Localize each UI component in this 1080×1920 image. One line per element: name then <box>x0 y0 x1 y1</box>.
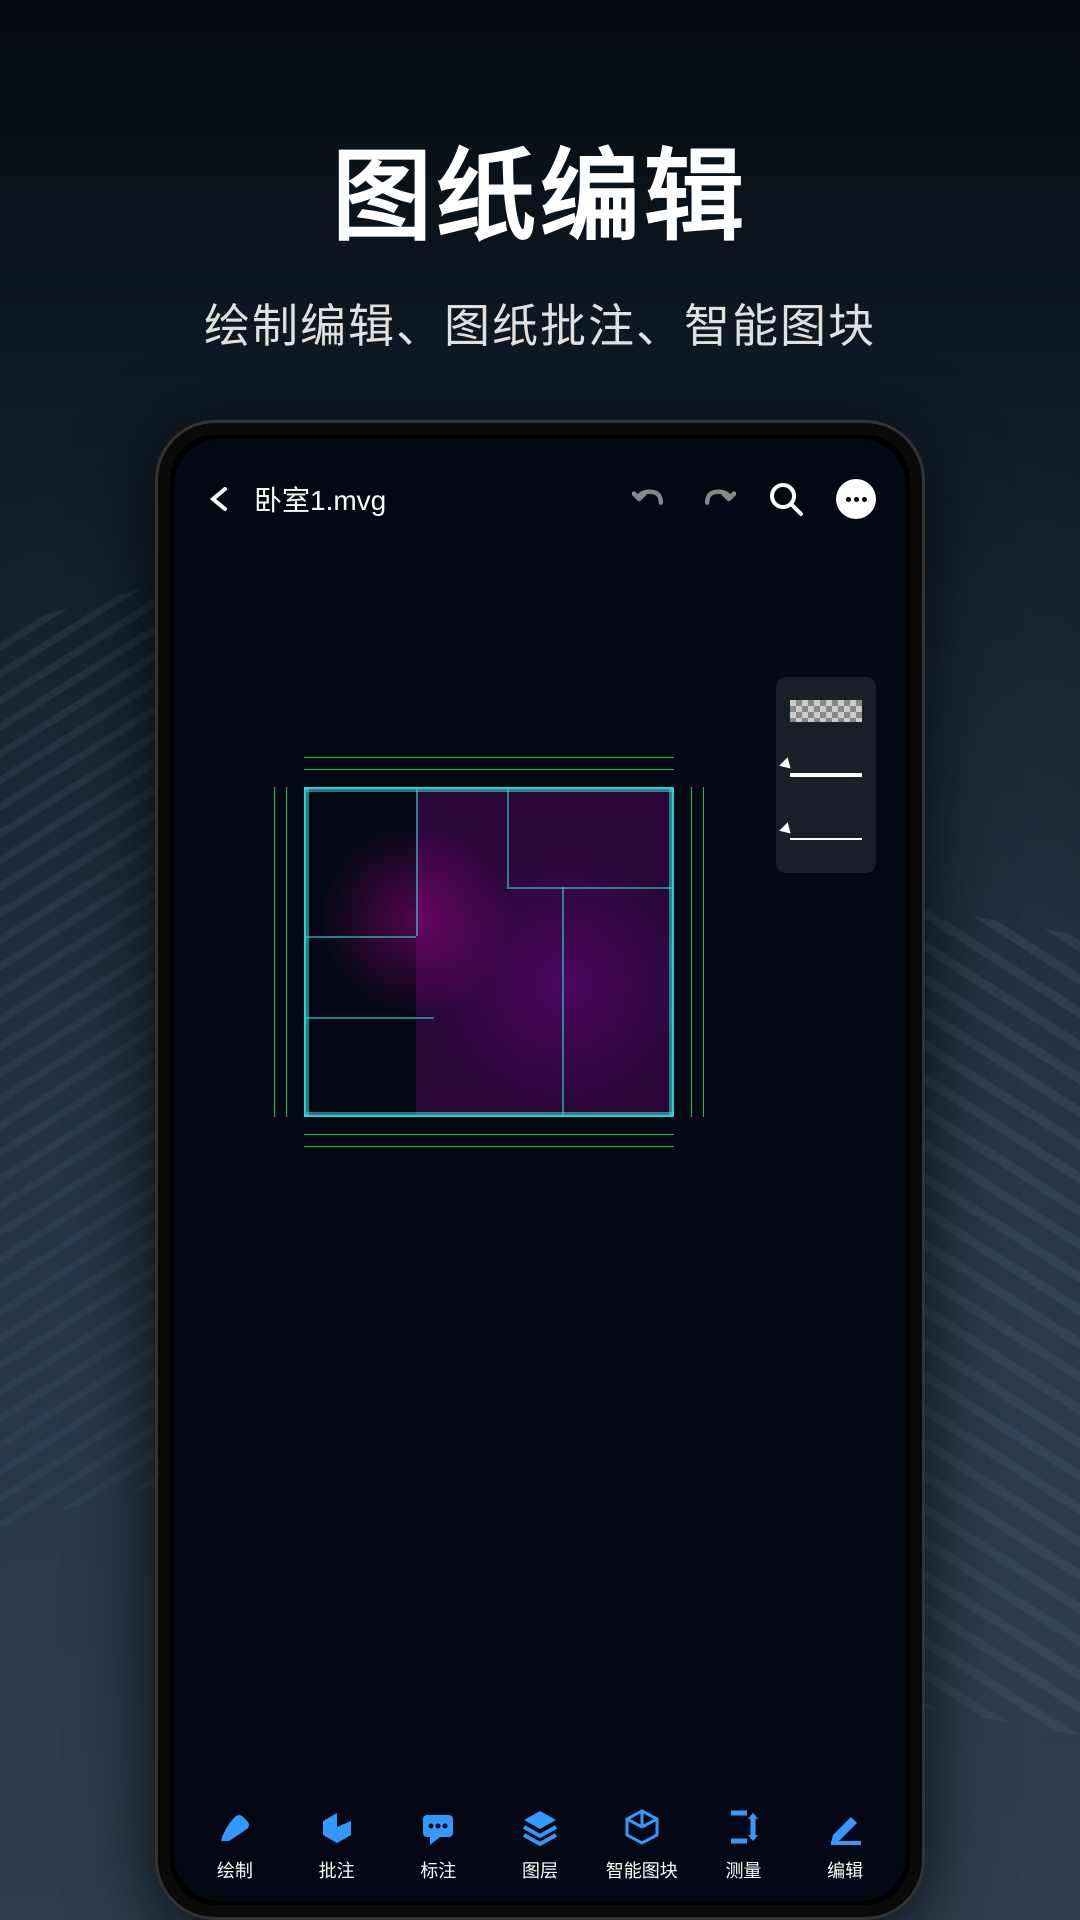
line-thin-icon <box>790 838 862 840</box>
dimension-line <box>691 787 692 1117</box>
floorplan-content <box>304 787 674 1117</box>
texture-swatch[interactable] <box>790 691 862 731</box>
smartblock-tool-button[interactable]: 智能图块 <box>591 1805 693 1883</box>
dot-icon <box>846 497 851 502</box>
dimension-line <box>703 787 704 1117</box>
draw-tool-button[interactable]: 绘制 <box>184 1805 286 1883</box>
dimension-line <box>304 1146 674 1147</box>
edit-tool-button[interactable]: 编辑 <box>794 1805 896 1883</box>
dimension-line <box>286 787 287 1117</box>
dimension-line <box>304 769 674 770</box>
phone-mockup-frame: 卧室1.mvg <box>155 420 925 1920</box>
back-button[interactable] <box>204 484 234 514</box>
comment-icon <box>416 1805 460 1849</box>
undo-icon <box>632 483 668 515</box>
checker-pattern-icon <box>790 700 862 722</box>
measure-tool-button[interactable]: 测量 <box>693 1805 795 1883</box>
tool-label: 绘制 <box>217 1857 253 1883</box>
annotate-tool-button[interactable]: 批注 <box>286 1805 388 1883</box>
chevron-left-icon <box>207 485 231 513</box>
line-thick-icon <box>790 773 862 777</box>
edit-icon <box>823 1805 867 1849</box>
tool-label: 测量 <box>725 1857 761 1883</box>
dimension-line <box>304 757 674 758</box>
page-title: 图纸编辑 <box>0 115 1080 260</box>
redo-button[interactable] <box>700 481 736 517</box>
search-button[interactable] <box>768 481 804 517</box>
dot-icon <box>854 497 859 502</box>
tool-label: 图层 <box>522 1857 558 1883</box>
app-header-bar: 卧室1.mvg <box>174 439 906 547</box>
measure-icon <box>721 1805 765 1849</box>
line-style-medium[interactable] <box>790 755 862 795</box>
dot-icon <box>862 497 867 502</box>
pen-icon <box>213 1805 257 1849</box>
dimension-line <box>304 1134 674 1135</box>
line-style-thin[interactable] <box>790 819 862 859</box>
phone-screen: 卧室1.mvg <box>174 439 906 1901</box>
floorplan-drawing[interactable] <box>264 747 714 1157</box>
tag-icon <box>315 1805 359 1849</box>
cube-icon <box>620 1805 664 1849</box>
style-palette-panel <box>776 677 876 873</box>
tool-label: 编辑 <box>827 1857 863 1883</box>
layers-icon <box>518 1805 562 1849</box>
undo-button[interactable] <box>632 481 668 517</box>
layers-tool-button[interactable]: 图层 <box>489 1805 591 1883</box>
header-actions <box>632 479 876 519</box>
filename-label: 卧室1.mvg <box>254 479 612 519</box>
tool-label: 批注 <box>319 1857 355 1883</box>
more-options-button[interactable] <box>836 479 876 519</box>
redo-icon <box>700 483 736 515</box>
search-icon <box>768 481 804 517</box>
dimension-line <box>274 787 275 1117</box>
tool-label: 标注 <box>420 1857 456 1883</box>
bottom-toolbar: 绘制 批注 <box>174 1786 906 1901</box>
page-subtitle: 绘制编辑、图纸批注、智能图块 <box>0 290 1080 356</box>
tool-label: 智能图块 <box>606 1857 678 1883</box>
promo-header: 图纸编辑 绘制编辑、图纸批注、智能图块 <box>0 0 1080 356</box>
markup-tool-button[interactable]: 标注 <box>387 1805 489 1883</box>
drawing-canvas[interactable] <box>174 547 906 1789</box>
